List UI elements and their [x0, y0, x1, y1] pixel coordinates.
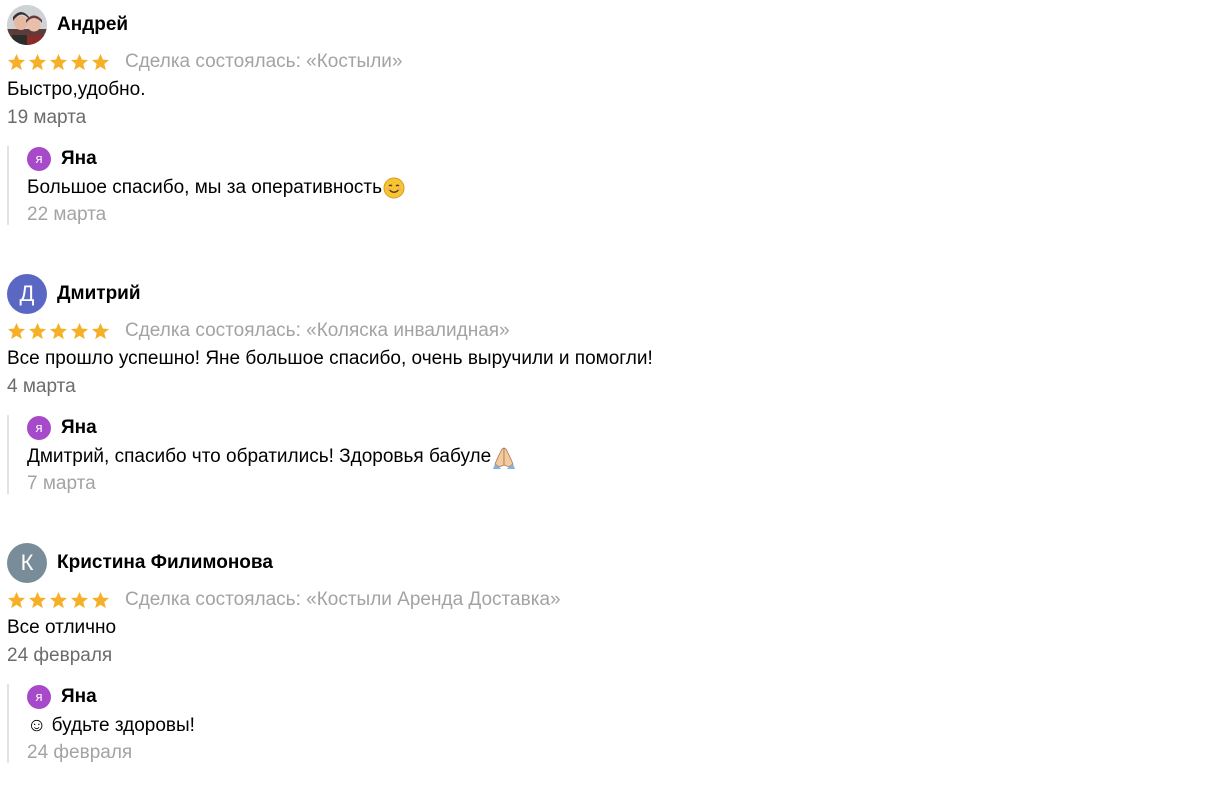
star-icon [70, 322, 89, 339]
reply-avatar: я [27, 415, 51, 440]
deal-status: Сделка состоялась: «Костыли Аренда Доста… [125, 589, 561, 610]
star-rating [7, 322, 110, 341]
review-date: 4 марта [7, 376, 76, 397]
avatar[interactable]: К [7, 542, 47, 583]
reply-author-name[interactable]: Яна [61, 417, 97, 439]
star-icon [91, 53, 110, 70]
reply-author-name[interactable]: Яна [61, 148, 97, 170]
star-icon [91, 591, 110, 608]
review-author: К Кристина Филимонова [7, 542, 1207, 583]
reply-author: я Яна [27, 415, 1207, 440]
reply-avatar: я [27, 684, 51, 709]
reply-date: 22 марта [27, 204, 107, 225]
star-icon [91, 322, 110, 339]
reply-text-row: Дмитрий, спасибо что обратились! Здоровь… [27, 445, 1207, 469]
star-rating [7, 53, 110, 72]
star-icon [70, 53, 89, 70]
deal-status: Сделка состоялась: «Коляска инвалидная» [125, 320, 510, 341]
reply-text-row: Большое спасибо, мы за оперативность [27, 176, 1207, 200]
star-icon [28, 53, 47, 70]
seller-reply: я Яна Большое спасибо, мы за оперативнос… [7, 146, 1207, 225]
review-item: К Кристина Филимонова Сделка состоялась:… [7, 542, 1207, 811]
rating-row: Сделка состоялась: «Костыли Аренда Доста… [7, 589, 1207, 611]
author-name[interactable]: Дмитрий [57, 283, 141, 305]
author-name[interactable]: Андрей [57, 14, 128, 36]
star-rating [7, 591, 110, 610]
star-icon [49, 53, 68, 70]
reply-text: ☺ будьте здоровы! [27, 715, 195, 736]
author-name[interactable]: Кристина Филимонова [57, 552, 273, 574]
reply-date: 24 февраля [27, 742, 133, 763]
reply-date: 7 марта [27, 473, 96, 494]
star-icon [70, 591, 89, 608]
star-icon [28, 591, 47, 608]
star-icon [49, 591, 68, 608]
star-icon [7, 322, 26, 339]
star-icon [28, 322, 47, 339]
deal-status: Сделка состоялась: «Костыли» [125, 51, 403, 72]
avatar[interactable]: Д [7, 273, 47, 314]
reply-author-name[interactable]: Яна [61, 686, 97, 708]
review-date: 19 марта [7, 107, 87, 128]
review-text: Все отлично [7, 617, 117, 638]
smiling-face-icon [383, 177, 405, 199]
reviews-list: Андрей Сделка состоялась: «Костыли» Быст… [7, 4, 1207, 811]
folded-hands-icon [493, 447, 516, 469]
review-text: Все прошло успешно! Яне большое спасибо,… [7, 348, 653, 369]
rating-row: Сделка состоялась: «Коляска инвалидная» [7, 320, 1207, 342]
review-date: 24 февраля [7, 645, 113, 666]
reply-author: я Яна [27, 146, 1207, 171]
reply-text: Большое спасибо, мы за оперативность [27, 177, 382, 198]
seller-reply: я Яна ☺ будьте здоровы! 24 февраля [7, 684, 1207, 763]
star-icon [7, 591, 26, 608]
star-icon [7, 53, 26, 70]
star-icon [49, 322, 68, 339]
avatar[interactable] [7, 4, 47, 45]
review-author: Д Дмитрий [7, 273, 1207, 314]
review-item: Д Дмитрий Сделка состоялась: «Коляска ин… [7, 273, 1207, 542]
rating-row: Сделка состоялась: «Костыли» [7, 51, 1207, 73]
review-text: Быстро,удобно. [7, 79, 146, 100]
reply-text: Дмитрий, спасибо что обратились! Здоровь… [27, 446, 492, 467]
review-item: Андрей Сделка состоялась: «Костыли» Быст… [7, 4, 1207, 273]
reply-text-row: ☺ будьте здоровы! [27, 714, 1207, 738]
reply-avatar: я [27, 146, 51, 171]
avatar-photo [7, 4, 47, 45]
reply-author: я Яна [27, 684, 1207, 709]
review-author: Андрей [7, 4, 1207, 45]
seller-reply: я Яна Дмитрий, спасибо что обратились! З… [7, 415, 1207, 494]
